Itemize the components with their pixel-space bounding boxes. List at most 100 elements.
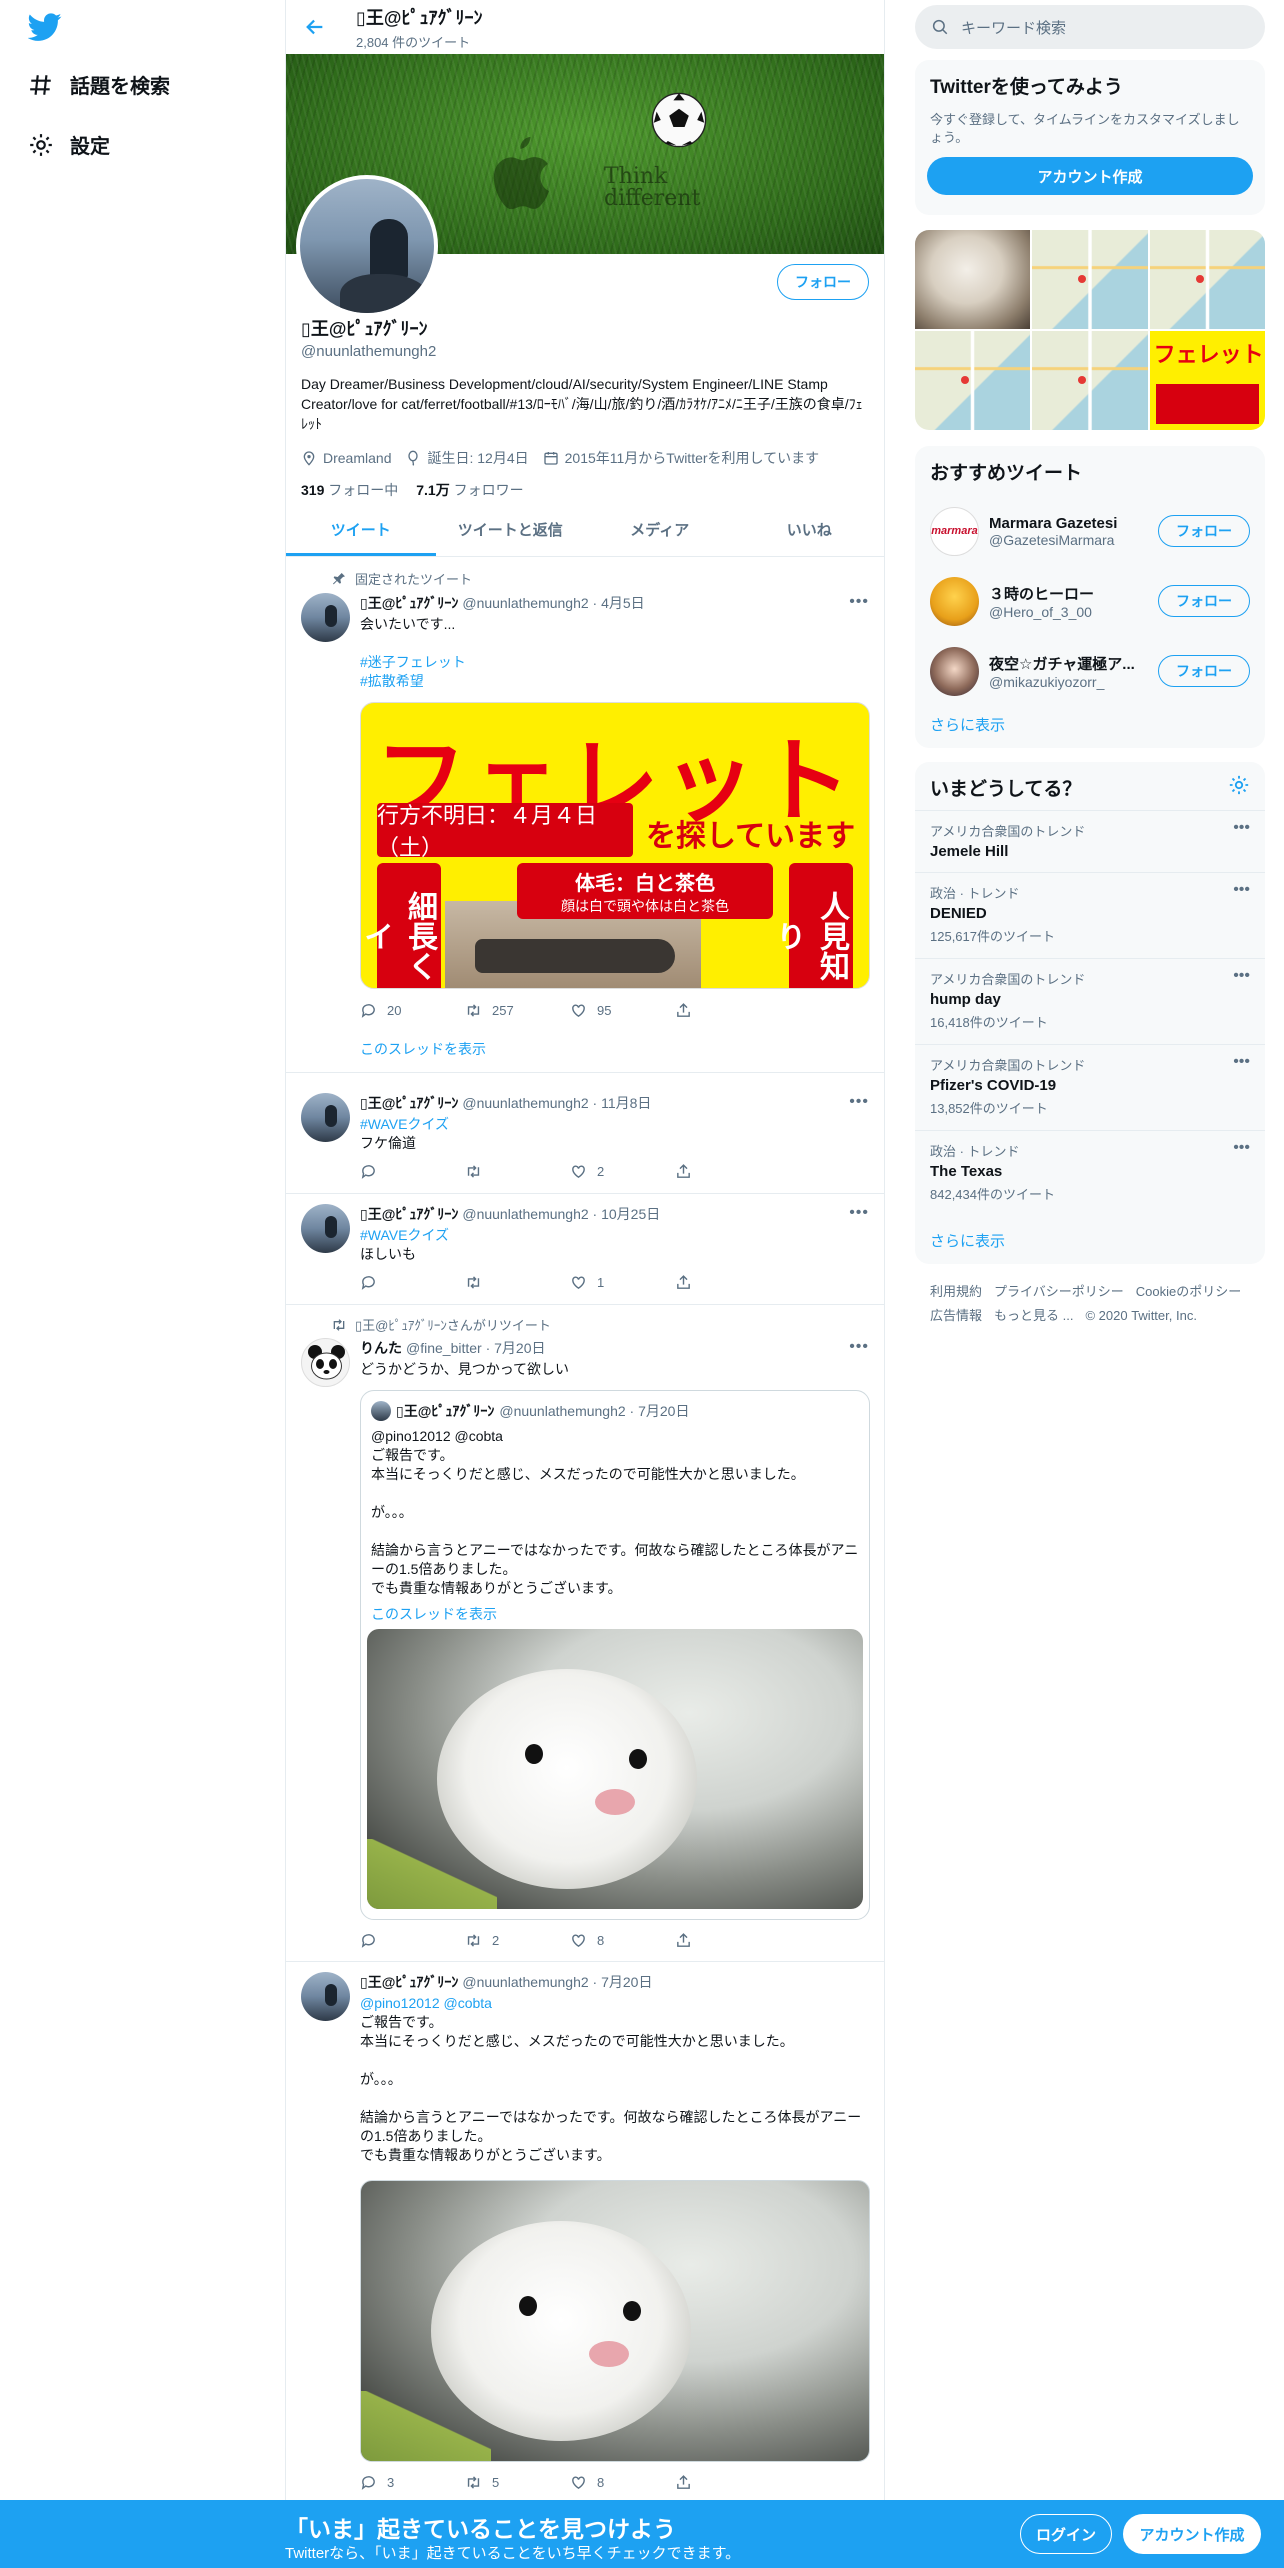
tweet-mentions[interactable]: @pino12012 @cobta bbox=[360, 1994, 870, 2013]
footer-privacy[interactable]: プライバシーポリシー bbox=[994, 1284, 1124, 1299]
media-thumb[interactable]: フェレット bbox=[1149, 331, 1265, 430]
like-button[interactable]: 95 bbox=[570, 1002, 675, 1019]
tweet[interactable]: ▯王@ﾋﾟｭｱｸﾞﾘｰﾝ @nuunlathemungh2 · 10月25日 •… bbox=[286, 1194, 884, 1305]
media-thumb[interactable] bbox=[1149, 230, 1265, 329]
media-thumb[interactable] bbox=[1032, 331, 1148, 430]
tweet-avatar[interactable] bbox=[301, 1338, 350, 1387]
media-thumb[interactable] bbox=[1032, 230, 1148, 329]
tweet-avatar[interactable] bbox=[301, 1093, 350, 1142]
show-more-link[interactable]: さらに表示 bbox=[930, 714, 1005, 735]
nav-settings[interactable]: 設定 bbox=[28, 130, 110, 159]
tweet-avatar[interactable] bbox=[301, 1972, 350, 2021]
retweet-button[interactable] bbox=[465, 1274, 570, 1291]
followers-link[interactable]: 7.1万 フォロワー bbox=[416, 480, 523, 500]
trend-item[interactable]: 政治 · トレンド The Texas 842,434件のツイート ••• bbox=[915, 1130, 1265, 1216]
retweet-button[interactable]: 5 bbox=[465, 2474, 570, 2491]
profile-bio: Day Dreamer/Business Development/cloud/A… bbox=[301, 376, 863, 432]
more-options-icon[interactable]: ••• bbox=[849, 1093, 869, 1111]
footer-more[interactable]: もっと見る ... bbox=[994, 1308, 1073, 1323]
tab-media[interactable]: メディア bbox=[585, 503, 735, 556]
tweet-author-name[interactable]: りんた bbox=[360, 1338, 402, 1358]
tweet[interactable]: ▯王@ﾋﾟｭｱｸﾞﾘｰﾝ @nuunlathemungh2 · 11月8日 ••… bbox=[286, 1083, 884, 1194]
like-button[interactable]: 8 bbox=[570, 1932, 675, 1949]
tab-tweets-and-replies[interactable]: ツイートと返信 bbox=[436, 503, 586, 556]
trend-item[interactable]: 政治 · トレンド DENIED 125,617件のツイート ••• bbox=[915, 872, 1265, 958]
quoted-ferret-photo[interactable] bbox=[367, 1629, 863, 1909]
like-button[interactable]: 2 bbox=[570, 1163, 675, 1180]
share-button[interactable] bbox=[675, 1932, 780, 1949]
follow-button[interactable]: フォロー bbox=[1158, 585, 1250, 617]
login-button[interactable]: ログイン bbox=[1020, 2514, 1112, 2554]
retweet-button[interactable] bbox=[465, 1163, 570, 1180]
share-button[interactable] bbox=[675, 1163, 780, 1180]
quoted-tweet[interactable]: ▯王@ﾋﾟｭｱｸﾞﾘｰﾝ @nuunlathemungh2 · 7月20日 @p… bbox=[360, 1390, 870, 1920]
tweet-image-poster[interactable]: フェレット 行方不明日：４月４日（土） を探しています 細長くイ 人見知り 体毛… bbox=[360, 702, 870, 989]
footer-cookies[interactable]: Cookieのポリシー bbox=[1136, 1284, 1241, 1299]
poster-searching: を探しています bbox=[646, 820, 856, 853]
tweet-hashtag[interactable]: #WAVEクイズ bbox=[360, 1115, 870, 1134]
tweet-hashtag[interactable]: #WAVEクイズ bbox=[360, 1226, 870, 1245]
reply-button[interactable] bbox=[360, 1163, 465, 1180]
trends-show-more-link[interactable]: さらに表示 bbox=[930, 1230, 1005, 1251]
recommend-item[interactable]: ３時のヒーロー @Hero_of_3_00 フォロー bbox=[915, 566, 1265, 636]
footer-ads[interactable]: 広告情報 bbox=[930, 1308, 982, 1323]
more-options-icon[interactable]: ••• bbox=[849, 593, 869, 611]
quoted-show-thread-link[interactable]: このスレッドを表示 bbox=[371, 1604, 497, 1624]
more-options-icon[interactable]: ••• bbox=[849, 1338, 869, 1356]
footer-terms[interactable]: 利用規約 bbox=[930, 1284, 982, 1299]
tweet-author-name[interactable]: ▯王@ﾋﾟｭｱｸﾞﾘｰﾝ bbox=[360, 1972, 458, 1992]
more-options-icon[interactable]: ••• bbox=[1233, 819, 1250, 837]
trend-item[interactable]: アメリカ合衆国のトレンド Jemele Hill ••• bbox=[915, 810, 1265, 872]
recommend-item[interactable]: marmara Marmara Gazetesi @GazetesiMarmara… bbox=[915, 496, 1265, 566]
trend-item[interactable]: アメリカ合衆国のトレンド hump day 16,418件のツイート ••• bbox=[915, 958, 1265, 1044]
retweet-icon bbox=[333, 1318, 345, 1331]
create-account-button[interactable]: アカウント作成 bbox=[927, 157, 1253, 195]
tweet-retweet[interactable]: ▯王@ﾋﾟｭｱｸﾞﾘｰﾝさんがリツイート りんた @fine_bitter · … bbox=[286, 1305, 884, 1962]
reply-button[interactable]: 20 bbox=[360, 1002, 465, 1019]
tweet-author-name[interactable]: ▯王@ﾋﾟｭｱｸﾞﾘｰﾝ bbox=[360, 593, 458, 613]
search-input[interactable]: キーワード検索 bbox=[915, 5, 1265, 49]
more-options-icon[interactable]: ••• bbox=[1233, 881, 1250, 899]
recommend-title: おすすめツイート bbox=[930, 463, 1083, 484]
tweet-avatar[interactable] bbox=[301, 593, 350, 642]
more-options-icon[interactable]: ••• bbox=[1233, 967, 1250, 985]
like-button[interactable]: 1 bbox=[570, 1274, 675, 1291]
follow-button[interactable]: フォロー bbox=[777, 264, 869, 300]
reply-button[interactable] bbox=[360, 1932, 465, 1949]
share-button[interactable] bbox=[675, 1274, 780, 1291]
reply-button[interactable]: 3 bbox=[360, 2474, 465, 2491]
twitter-logo-icon[interactable] bbox=[28, 10, 62, 44]
tab-likes[interactable]: いいね bbox=[735, 503, 885, 556]
media-thumb[interactable] bbox=[915, 331, 1031, 430]
share-button[interactable] bbox=[675, 1002, 780, 1019]
follow-button[interactable]: フォロー bbox=[1158, 515, 1250, 547]
reply-button[interactable] bbox=[360, 1274, 465, 1291]
retweet-button[interactable]: 257 bbox=[465, 1002, 570, 1019]
tweet[interactable]: ▯王@ﾋﾟｭｱｸﾞﾘｰﾝ @nuunlathemungh2 · 7月20日 @p… bbox=[286, 1962, 884, 2500]
following-link[interactable]: 319 フォロー中 bbox=[301, 480, 398, 500]
share-button[interactable] bbox=[675, 2474, 780, 2491]
follow-button[interactable]: フォロー bbox=[1158, 655, 1250, 687]
more-options-icon[interactable]: ••• bbox=[849, 1204, 869, 1222]
back-arrow-icon[interactable] bbox=[304, 16, 326, 38]
retweet-button[interactable]: 2 bbox=[465, 1932, 570, 1949]
tweet-author-name[interactable]: ▯王@ﾋﾟｭｱｸﾞﾘｰﾝ bbox=[360, 1204, 458, 1224]
recommend-item[interactable]: 夜空☆ガチャ運極ア... @mikazukiyozorr_ フォロー bbox=[915, 636, 1265, 706]
more-options-icon[interactable]: ••• bbox=[1233, 1053, 1250, 1071]
trend-item[interactable]: アメリカ合衆国のトレンド Pfizer's COVID-19 13,852件のツ… bbox=[915, 1044, 1265, 1130]
tweet-ferret-photo[interactable] bbox=[360, 2180, 870, 2462]
tweet-avatar[interactable] bbox=[301, 1204, 350, 1253]
profile-avatar[interactable] bbox=[296, 175, 438, 317]
tweet-hashtags[interactable]: #迷子フェレット #拡散希望 bbox=[360, 653, 870, 691]
tweet-author-name[interactable]: ▯王@ﾋﾟｭｱｸﾞﾘｰﾝ bbox=[360, 1093, 458, 1113]
show-thread-link[interactable]: このスレッドを表示 bbox=[360, 1039, 486, 1059]
tab-tweets[interactable]: ツイート bbox=[286, 503, 436, 556]
tweet-pinned[interactable]: 固定されたツイート ▯王@ﾋﾟｭｱｸﾞﾘｰﾝ @nuunlathemungh2 … bbox=[286, 557, 884, 1073]
signup-button[interactable]: アカウント作成 bbox=[1123, 2514, 1261, 2554]
heart-icon bbox=[572, 1934, 585, 1948]
gear-icon[interactable] bbox=[1228, 774, 1250, 796]
nav-explore[interactable]: 話題を検索 bbox=[28, 70, 170, 99]
more-options-icon[interactable]: ••• bbox=[1233, 1139, 1250, 1157]
media-thumb[interactable] bbox=[915, 230, 1031, 329]
like-button[interactable]: 8 bbox=[570, 2474, 675, 2491]
